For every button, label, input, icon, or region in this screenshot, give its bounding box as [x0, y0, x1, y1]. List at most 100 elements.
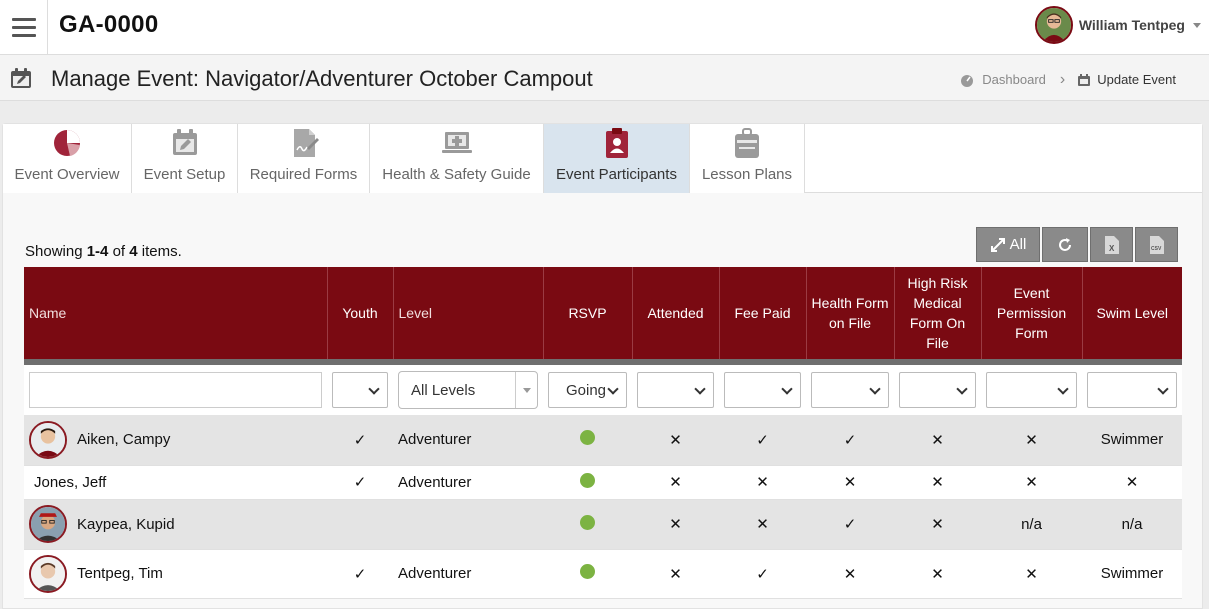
excel-file-icon: X [1104, 235, 1119, 254]
column-header-health-form[interactable]: Health Form on File [806, 267, 895, 359]
grid-toolbar: All X CSV [976, 227, 1178, 262]
fee-paid-filter-select[interactable] [724, 372, 801, 408]
level-cell: Adventurer [393, 549, 543, 599]
chevron-down-icon [1193, 22, 1201, 28]
swim-cell: ✕ [1082, 465, 1182, 500]
pie-chart-icon [54, 130, 80, 156]
expand-all-label: All [1009, 236, 1027, 253]
tab-label: Event Setup [143, 166, 226, 183]
youth-cell: ✓ [327, 549, 393, 599]
column-header-youth[interactable]: Youth [327, 267, 394, 359]
rsvp-filter-value: Going [566, 381, 607, 399]
rsvp-cell [543, 465, 632, 500]
tab-lesson-plans[interactable]: Lesson Plans [690, 124, 805, 193]
rsvp-going-dot [580, 472, 595, 488]
swim-cell: Swimmer [1082, 415, 1182, 466]
export-csv-button[interactable]: CSV [1135, 227, 1178, 262]
expand-all-button[interactable]: All [976, 227, 1040, 262]
menu-toggle-button[interactable] [0, 0, 48, 55]
youth-filter-select[interactable] [332, 372, 388, 408]
attended-cell: ✕ [632, 549, 719, 599]
page-title: Manage Event: Navigator/Adventurer Octob… [51, 66, 593, 91]
top-bar: GA-0000 William Tentpeg [0, 0, 1209, 55]
tab-event-participants[interactable]: Event Participants [544, 124, 690, 193]
column-header-permission[interactable]: Event Permission Form [981, 267, 1083, 359]
chevron-down-icon [1157, 383, 1169, 395]
participant-avatar [29, 505, 67, 543]
clipboard-person-icon [605, 128, 628, 158]
table-row[interactable]: Kaypea, Kupid ✕ ✕ ✓ ✕ n/a n/a [24, 499, 1182, 550]
permission-filter-select[interactable] [986, 372, 1077, 408]
column-header-level[interactable]: Level [393, 267, 544, 359]
table-row[interactable]: Tentpeg, Tim ✓ Adventurer ✕ ✓ ✕ ✕ ✕ Swim… [24, 549, 1182, 599]
refresh-button[interactable] [1042, 227, 1088, 262]
high-risk-filter-select[interactable] [899, 372, 976, 408]
attended-cell: ✕ [632, 415, 719, 466]
tab-event-setup[interactable]: Event Setup [132, 124, 238, 193]
breadcrumb-dashboard-link[interactable]: Dashboard [982, 72, 1046, 87]
svg-text:X: X [1109, 244, 1115, 253]
calendar-edit-icon [172, 129, 197, 155]
permission-cell: ✕ [981, 465, 1082, 500]
permission-cell: ✕ [981, 549, 1082, 599]
participant-name: Kaypea, Kupid [77, 515, 175, 533]
chevron-down-icon [368, 383, 380, 395]
high-risk-cell: ✕ [894, 549, 981, 599]
level-cell [393, 499, 543, 550]
permission-cell: n/a [981, 499, 1082, 550]
column-header-name[interactable]: Name [24, 267, 328, 359]
rsvp-going-dot [580, 564, 595, 579]
main-panel: Event Overview Event Setup Required Form… [2, 123, 1203, 609]
export-excel-button[interactable]: X [1090, 227, 1133, 262]
participant-name: Tentpeg, Tim [77, 565, 163, 582]
participant-avatar [29, 554, 67, 593]
rsvp-going-dot [580, 514, 595, 530]
rsvp-cell [543, 415, 632, 466]
participants-table: Name Youth Level RSVP Attended Fee Paid … [24, 267, 1182, 599]
refresh-icon [1059, 237, 1071, 251]
health-form-cell: ✓ [806, 499, 894, 550]
health-form-cell: ✕ [806, 549, 894, 599]
swim-cell: Swimmer [1082, 549, 1182, 599]
user-name: William Tentpeg [1078, 17, 1185, 33]
chevron-down-icon [607, 383, 619, 395]
table-row[interactable]: Aiken, Campy ✓ Adventurer ✕ ✓ ✓ ✕ ✕ Swim… [24, 415, 1182, 466]
rsvp-cell [543, 549, 632, 599]
attended-filter-select[interactable] [637, 372, 714, 408]
tab-event-overview[interactable]: Event Overview [3, 124, 132, 193]
csv-file-icon: CSV [1149, 235, 1164, 254]
tab-required-forms[interactable]: Required Forms [238, 124, 370, 193]
rsvp-going-dot [580, 430, 595, 446]
fee-paid-cell: ✓ [719, 415, 806, 466]
user-menu[interactable]: William Tentpeg [1034, 5, 1201, 45]
level-filter-select[interactable]: All Levels [398, 371, 538, 409]
column-header-rsvp[interactable]: RSVP [543, 267, 633, 359]
youth-cell: ✓ [327, 415, 393, 466]
participant-name: Aiken, Campy [77, 431, 171, 449]
level-filter-value: All Levels [411, 381, 476, 399]
rsvp-filter-select[interactable]: Going [548, 372, 627, 408]
swim-filter-select[interactable] [1087, 372, 1177, 408]
column-header-attended[interactable]: Attended [632, 267, 720, 359]
rsvp-cell [543, 499, 632, 550]
column-header-fee-paid[interactable]: Fee Paid [719, 267, 807, 359]
column-header-swim[interactable]: Swim Level [1082, 267, 1182, 359]
tab-label: Required Forms [249, 166, 358, 183]
column-header-high-risk[interactable]: High Risk Medical Form On File [894, 267, 982, 359]
health-form-filter-select[interactable] [811, 372, 889, 408]
table-row[interactable]: Jones, Jeff ✓ Adventurer ✕ ✕ ✕ ✕ ✕ ✕ [24, 465, 1182, 500]
name-filter-input[interactable] [29, 372, 322, 408]
tab-health-safety-guide[interactable]: Health & Safety Guide [370, 124, 544, 193]
medical-laptop-icon [441, 132, 472, 153]
dashboard-gauge-icon [961, 74, 974, 87]
swim-cell: n/a [1082, 499, 1182, 550]
tab-label: Lesson Plans [701, 166, 793, 183]
chevron-down-icon [781, 383, 793, 395]
youth-cell: ✓ [327, 465, 393, 500]
fee-paid-cell: ✓ [719, 549, 806, 599]
dropdown-button[interactable] [515, 372, 537, 408]
health-form-cell: ✓ [806, 415, 894, 466]
fee-paid-cell: ✕ [719, 499, 806, 550]
results-summary: Showing 1-4 of 4 items. [25, 243, 182, 260]
attended-cell: ✕ [632, 499, 719, 550]
